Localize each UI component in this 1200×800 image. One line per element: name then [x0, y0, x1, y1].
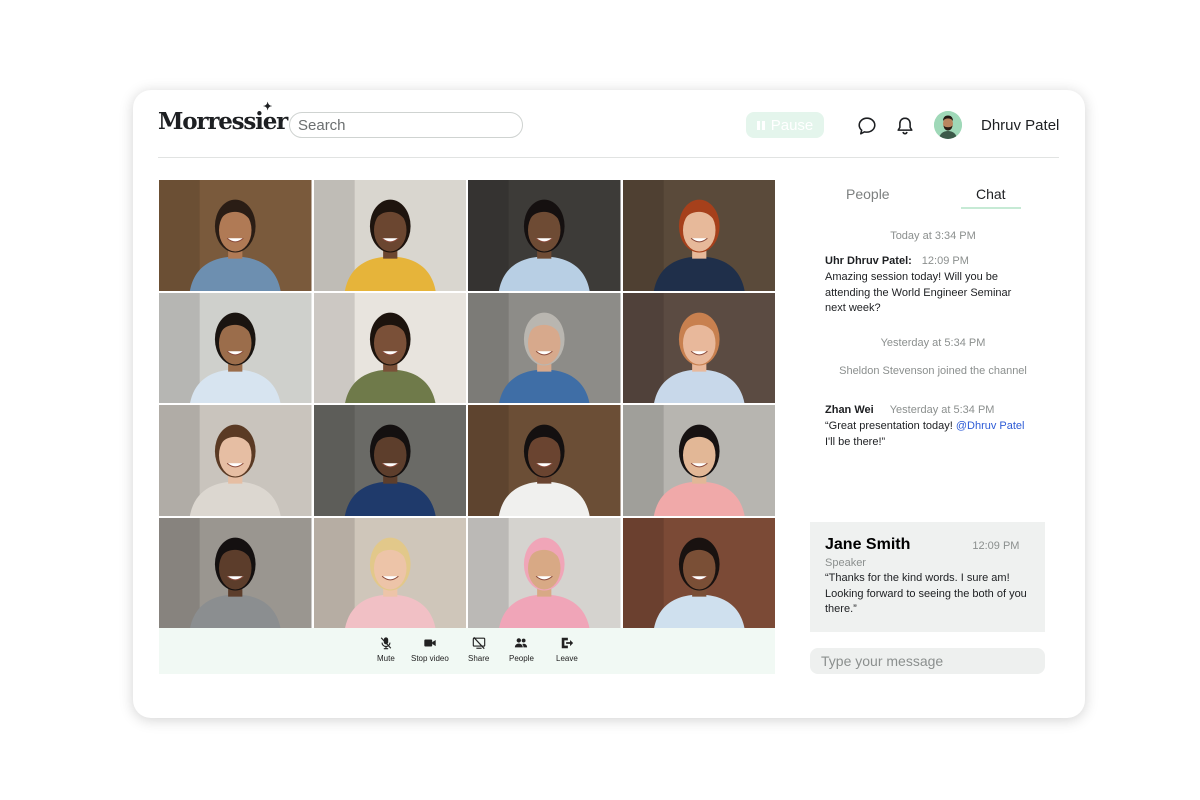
microphone-icon — [380, 637, 392, 650]
share-label: Share — [468, 654, 490, 663]
logo-star-icon: ✦ — [263, 100, 272, 113]
chat-message-header: Uhr Dhruv Patel: 12:09 PM — [825, 255, 969, 267]
participant-video-image — [622, 292, 775, 403]
participant-video-image — [622, 180, 775, 291]
participant-video-image — [159, 180, 312, 291]
participant-video-image — [622, 405, 775, 516]
pause-icon — [756, 120, 765, 130]
participant-video-image — [313, 405, 466, 516]
participant-video-image — [313, 517, 466, 628]
participant-video-tile[interactable] — [622, 405, 775, 516]
participant-video-image — [622, 517, 775, 628]
message-input[interactable] — [810, 648, 1045, 674]
participant-video-tile[interactable] — [468, 405, 621, 516]
chat-date-separator: Yesterday at 5:34 PM — [880, 337, 986, 349]
chat-message-text: “Great presentation today! @Dhruv Patel … — [825, 419, 1030, 450]
active-tab-indicator — [961, 207, 1021, 209]
participant-video-tile[interactable] — [468, 292, 621, 403]
people-button[interactable]: People — [509, 636, 534, 663]
speaker-reply-message: Jane Smith 12:09 PM Speaker “Thanks for t… — [810, 522, 1045, 632]
stop-video-label: Stop video — [411, 654, 449, 663]
chat-date-separator: Today at 3:34 PM — [890, 230, 976, 242]
participant-video-tile[interactable] — [622, 292, 775, 403]
participant-video-tile[interactable] — [622, 180, 775, 291]
participant-video-image — [468, 517, 621, 628]
participant-video-tile[interactable] — [159, 180, 312, 291]
logo: Morressier ✦ — [158, 100, 288, 135]
participant-video-tile[interactable] — [313, 292, 466, 403]
participant-video-tile[interactable] — [468, 180, 621, 291]
participant-video-image — [313, 292, 466, 403]
bell-icon[interactable] — [894, 115, 916, 137]
participant-video-tile[interactable] — [622, 517, 775, 628]
user-mention-link[interactable]: @Dhruv Patel — [956, 420, 1025, 432]
participant-video-image — [159, 405, 312, 516]
message-time: 12:09 PM — [972, 540, 1020, 552]
leave-icon — [561, 637, 574, 649]
participant-video-tile[interactable] — [468, 517, 621, 628]
app-window: Morressier ✦ Pause Dhruv Patel — [133, 90, 1085, 718]
participant-video-tile[interactable] — [159, 405, 312, 516]
share-button[interactable]: Share — [468, 636, 489, 663]
message-author: Uhr Dhruv Patel: — [825, 255, 912, 267]
search-input[interactable] — [289, 112, 523, 138]
message-author: Zhan Wei — [825, 404, 874, 416]
chat-message-header: Zhan Wei Yesterday at 5:34 PM — [825, 404, 994, 416]
participant-video-image — [313, 180, 466, 291]
stop-video-button[interactable]: Stop video — [411, 636, 449, 663]
tab-people[interactable]: People — [846, 186, 890, 202]
user-avatar[interactable] — [934, 111, 962, 139]
participant-video-tile[interactable] — [159, 292, 312, 403]
participant-video-image — [468, 405, 621, 516]
participant-video-image — [468, 292, 621, 403]
pause-label: Pause — [770, 116, 814, 134]
tab-chat[interactable]: Chat — [976, 186, 1006, 202]
user-name[interactable]: Dhruv Patel — [981, 117, 1059, 134]
message-author: Jane Smith — [825, 536, 911, 553]
speaker-role: Speaker — [825, 557, 866, 569]
chat-system-message: Sheldon Stevenson joined the channel — [839, 365, 1027, 377]
chat-message-text: “Thanks for the kind words. I sure am! L… — [825, 572, 1027, 615]
participant-video-tile[interactable] — [159, 517, 312, 628]
screen-share-off-icon — [472, 636, 485, 650]
video-camera-icon — [424, 639, 436, 647]
chat-bubble-icon[interactable] — [856, 115, 878, 137]
participant-video-image — [159, 292, 312, 403]
people-icon — [515, 638, 528, 648]
message-time: Yesterday at 5:34 PM — [889, 404, 995, 416]
leave-button[interactable]: Leave — [556, 636, 578, 663]
participant-video-image — [159, 517, 312, 628]
side-panel-tabs: People Chat — [809, 186, 1045, 210]
pause-button[interactable]: Pause — [746, 112, 824, 138]
mute-label: Mute — [377, 654, 395, 663]
participant-video-tile[interactable] — [313, 405, 466, 516]
message-text-part: I'll be there!” — [825, 435, 886, 448]
message-time: 12:09 PM — [921, 255, 969, 267]
leave-label: Leave — [556, 654, 578, 663]
call-toolbar: Mute Stop video Share People Leave — [159, 628, 775, 674]
people-label: People — [509, 654, 534, 663]
message-text-part: “Great presentation today! — [825, 420, 956, 432]
header-divider — [158, 157, 1059, 158]
participant-video-image — [468, 180, 621, 291]
participant-video-tile[interactable] — [313, 180, 466, 291]
mute-button[interactable]: Mute — [377, 636, 395, 663]
video-grid — [159, 180, 775, 628]
participant-video-tile[interactable] — [313, 517, 466, 628]
chat-message-text: Amazing session today! Will you be atten… — [825, 271, 1012, 314]
